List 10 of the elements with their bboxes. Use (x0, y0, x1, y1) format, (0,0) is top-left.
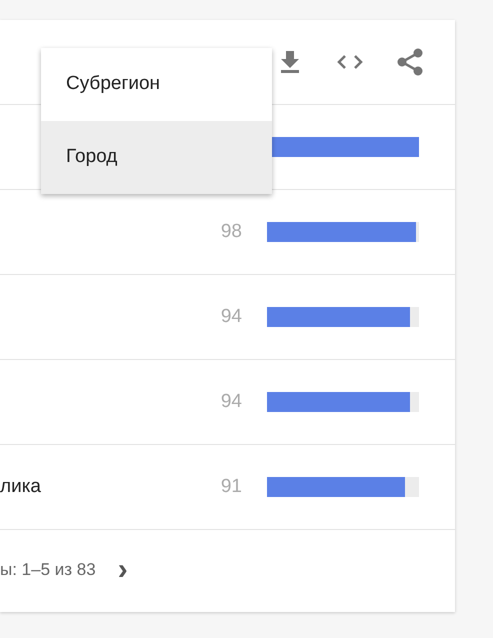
interest-value: 91 (220, 474, 242, 499)
share-button[interactable] (395, 47, 425, 77)
menu-item[interactable]: Субрегион (41, 48, 272, 121)
pagination-text: ы: 1–5 из 83 (0, 559, 96, 582)
next-page-button[interactable]: › (118, 555, 128, 585)
interest-value: 94 (220, 304, 242, 329)
region-name: лика (0, 474, 41, 499)
interest-value: 94 (220, 390, 242, 414)
menu-item[interactable]: Город (41, 121, 272, 194)
interest-value: 98 (220, 220, 242, 244)
